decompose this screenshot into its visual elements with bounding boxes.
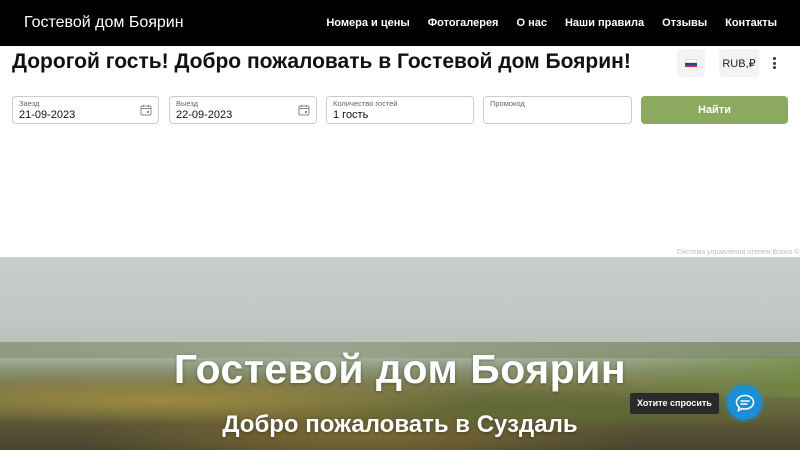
checkin-field[interactable]: Заезд 21-09-2023 bbox=[12, 96, 159, 124]
checkin-value: 21-09-2023 bbox=[19, 109, 76, 121]
guests-label: Количество гостей bbox=[333, 99, 398, 108]
welcome-heading: Дорогой гость! Добро пожаловать в Гостев… bbox=[12, 50, 631, 73]
language-button[interactable] bbox=[677, 49, 705, 77]
site-header: Гостевой дом Боярин Номера и цены Фотога… bbox=[0, 0, 800, 46]
search-button[interactable]: Найти bbox=[641, 96, 788, 124]
promo-label: Промокод bbox=[490, 99, 525, 108]
chat-bubble-icon bbox=[735, 394, 754, 412]
nav-reviews[interactable]: Отзывы bbox=[662, 17, 707, 29]
russia-flag-icon bbox=[685, 58, 697, 68]
nav-rules[interactable]: Наши правила bbox=[565, 17, 644, 29]
more-vertical-icon[interactable] bbox=[766, 55, 782, 71]
guests-value: 1 гость bbox=[333, 109, 369, 121]
powered-by-text[interactable]: Система управления отелем Bnovo © bbox=[677, 249, 799, 256]
checkout-value: 22-09-2023 bbox=[176, 109, 233, 121]
site-brand[interactable]: Гостевой дом Боярин bbox=[24, 14, 184, 32]
nav-gallery[interactable]: Фотогалерея bbox=[428, 17, 499, 29]
nav-rooms-prices[interactable]: Номера и цены bbox=[326, 17, 409, 29]
chat-button[interactable] bbox=[727, 385, 762, 420]
calendar-icon[interactable] bbox=[298, 104, 310, 116]
checkin-label: Заезд bbox=[19, 99, 40, 108]
hero-title: Гостевой дом Боярин bbox=[173, 346, 627, 392]
guests-field[interactable]: Количество гостей 1 гость bbox=[326, 96, 474, 124]
calendar-icon[interactable] bbox=[140, 104, 152, 116]
nav-contacts[interactable]: Контакты bbox=[725, 17, 777, 29]
checkout-field[interactable]: Выезд 22-09-2023 bbox=[169, 96, 317, 124]
promo-field[interactable]: Промокод bbox=[483, 96, 632, 124]
hero-subtitle: Добро пожаловать в Суздаль bbox=[222, 411, 578, 438]
currency-button[interactable]: RUB,₽ bbox=[719, 49, 759, 77]
checkout-label: Выезд bbox=[176, 99, 199, 108]
nav-about[interactable]: О нас bbox=[516, 17, 547, 29]
chat-prompt[interactable]: Хотите спросить bbox=[630, 393, 719, 414]
hero-banner: Гостевой дом Боярин Добро пожаловать в С… bbox=[0, 257, 800, 450]
main-nav: Номера и цены Фотогалерея О нас Наши пра… bbox=[326, 17, 777, 29]
